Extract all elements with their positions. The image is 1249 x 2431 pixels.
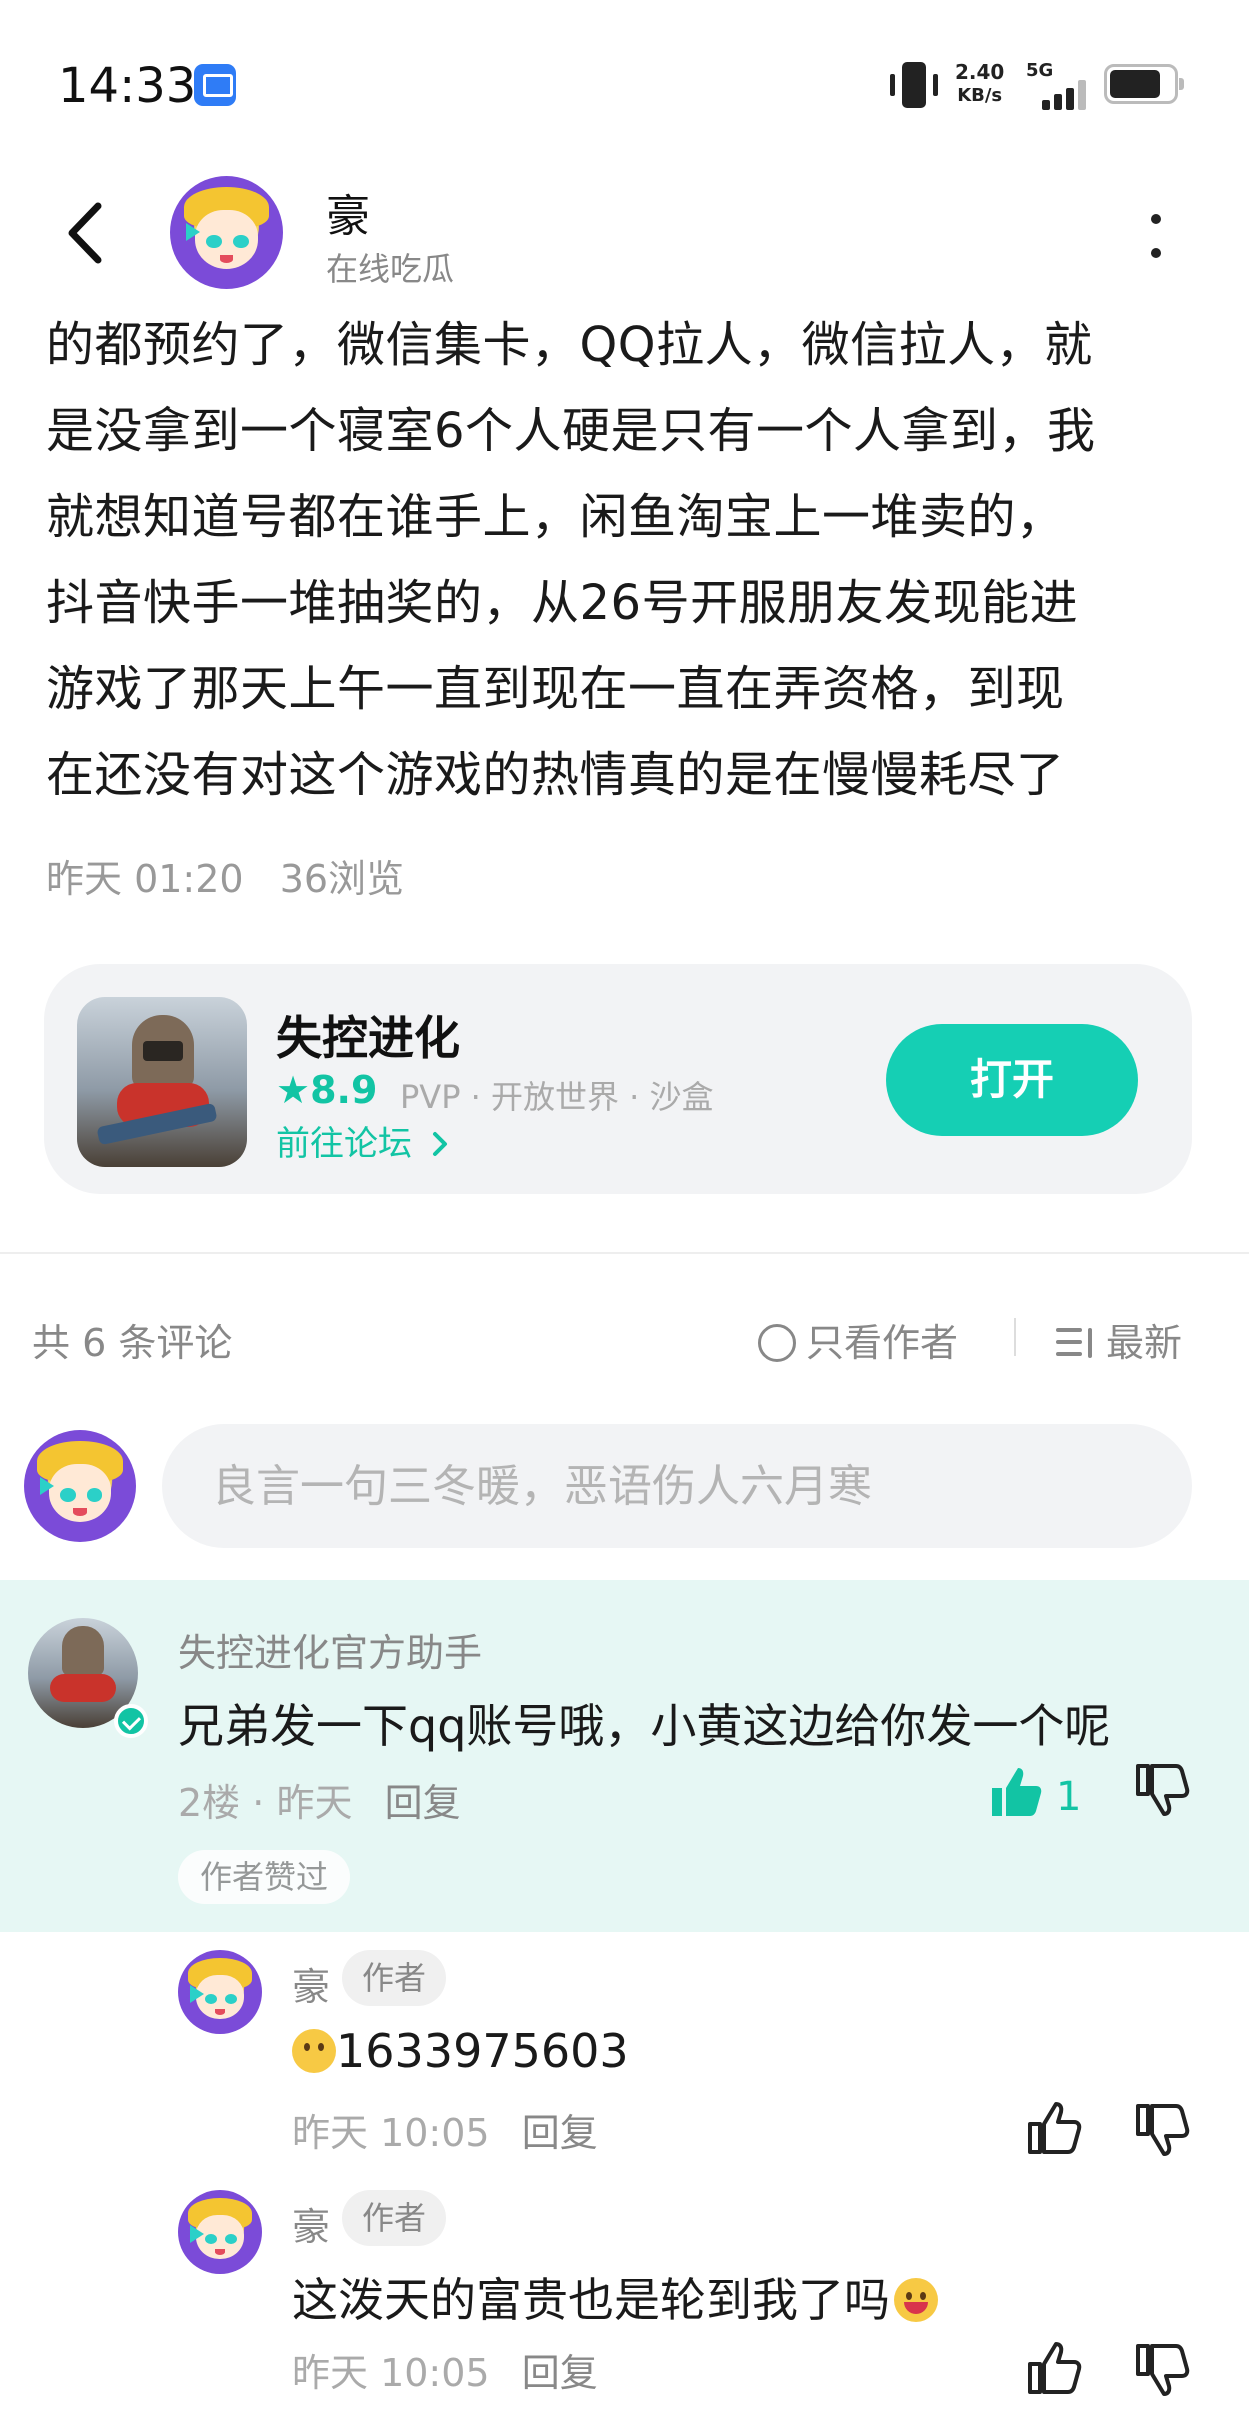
post-time: 昨天 01:20 [46,857,244,901]
grinning-emoji-icon [894,2278,938,2322]
author-name[interactable]: 豪 [326,180,370,244]
forum-link-label: 前往论坛 [276,1124,412,1164]
reply-item: 豪 作者 这泼天的富贵也是轮到我了吗 昨天 10:05 回复 [0,2190,1249,2410]
thumbs-down-icon[interactable] [1132,2340,1192,2400]
screen-share-icon [194,64,236,106]
my-avatar [24,1430,136,1542]
reply-text-value: 这泼天的富贵也是轮到我了吗 [292,2273,890,2327]
sort-icon [1056,1326,1096,1360]
network-speed-value: 2.40 [955,60,1005,84]
divider [0,1252,1249,1254]
author-only-label: 只看作者 [806,1321,959,1365]
reply-author-name[interactable]: 豪 [292,1956,330,2011]
game-card[interactable]: 失控进化 ★8.9 PVP · 开放世界 · 沙盒 前往论坛 打开 [44,964,1192,1194]
post-line: 的都预约了，微信集卡，QQ拉人，微信拉人，就 [46,317,1093,373]
pensive-emoji-icon [292,2029,336,2073]
reply-avatar[interactable] [178,1950,262,2034]
author-liked-badge: 作者赞过 [178,1850,351,1904]
post-line: 是没拿到一个寝室6个人硬是只有一个人拿到，我 [46,403,1096,459]
comment-item: 失控进化官方助手 兄弟发一下qq账号哦，小黄这边给你发一个呢 2楼 · 昨天 回… [0,1580,1249,1932]
chevron-right-icon [432,1132,447,1156]
vibrate-icon [888,62,940,108]
status-bar: 14:33 2.40 KB/s 5G [0,0,1249,160]
post-meta: 昨天 01:20 36浏览 [46,848,428,903]
comment-text: 兄弟发一下qq账号哦，小黄这边给你发一个呢 [178,1699,1111,1753]
reply-meta: 昨天 10:05 回复 [292,2342,598,2397]
separator [1014,1318,1016,1356]
comment-input[interactable] [162,1424,1192,1548]
thumbs-up-icon[interactable] [1024,2338,1084,2398]
author-status: 在线吃瓜 [326,250,455,288]
comment-time: 昨天 [276,1781,353,1825]
battery-icon [1104,64,1184,104]
like-count: 1 [1056,1774,1082,1820]
post-line: 游戏了那天上午一直到现在一直在弄资格，到现 [46,661,1065,717]
post-line: 在还没有对这个游戏的热情真的是在慢慢耗尽了 [46,747,1065,803]
network-speed-unit: KB/s [957,85,1003,106]
comment-meta: 2楼 · 昨天 回复 [178,1781,461,1825]
game-rating-value: 8.9 [310,1068,378,1112]
comment-author-name[interactable]: 失控进化官方助手 [178,1622,482,1677]
author-tag: 作者 [342,2190,447,2246]
comment-floor: 2楼 [178,1781,241,1825]
reply-button[interactable]: 回复 [522,2351,598,2395]
reply-author-name[interactable]: 豪 [292,2196,330,2251]
game-icon[interactable] [77,997,247,1167]
thumbs-down-icon[interactable] [1132,1760,1192,1820]
open-game-button[interactable]: 打开 [886,1024,1138,1136]
more-vertical-icon[interactable] [1146,212,1166,262]
sort-label: 最新 [1106,1321,1183,1365]
network-speed: 2.40 KB/s [955,60,1004,108]
author-only-toggle[interactable]: 只看作者 [758,1312,958,1367]
network-type: 5G [1026,60,1054,81]
reply-text: 这泼天的富贵也是轮到我了吗 [292,2264,938,2330]
reply-avatar[interactable] [178,2190,262,2274]
reply-time: 昨天 10:05 [292,2351,490,2395]
game-tags: PVP · 开放世界 · 沙盒 [400,1078,714,1116]
game-rating: ★8.9 [276,1068,377,1112]
post-views: 36浏览 [279,857,405,901]
post-line: 就想知道号都在谁手上，闲鱼淘宝上一堆卖的， [46,489,1065,545]
sort-button[interactable]: 最新 [1056,1312,1182,1367]
reply-text-value: 1633975603 [336,2024,629,2078]
post-content: 的都预约了，微信集卡，QQ拉人，微信拉人，就 是没拿到一个寝室6个人硬是只有一个… [46,302,1206,818]
thumbs-down-icon[interactable] [1132,2100,1192,2160]
status-time: 14:33 [58,58,197,114]
radio-icon [758,1324,796,1362]
reply-item: 豪 作者 1633975603 昨天 10:05 回复 [0,1950,1249,2170]
post-line: 抖音快手一堆抽奖的，从26号开服朋友发现能进 [46,575,1079,631]
reply-button[interactable]: 回复 [522,2111,598,2155]
signal-icon: 5G [1026,60,1096,110]
thumbs-up-icon[interactable] [986,1762,1046,1822]
game-title[interactable]: 失控进化 [276,1002,460,1068]
forum-link[interactable]: 前往论坛 [276,1116,451,1165]
thumbs-up-icon[interactable] [1024,2098,1084,2158]
reply-meta: 昨天 10:05 回复 [292,2102,598,2157]
author-avatar[interactable] [170,176,283,289]
reply-time: 昨天 10:05 [292,2111,490,2155]
back-arrow-icon[interactable] [60,198,110,268]
star-icon: ★ [276,1068,311,1112]
author-tag: 作者 [342,1950,447,2006]
reply-button[interactable]: 回复 [385,1781,461,1825]
verified-icon [114,1704,148,1738]
comments-count: 共 6 条评论 [32,1321,233,1365]
reply-text: 1633975603 [292,2024,629,2078]
